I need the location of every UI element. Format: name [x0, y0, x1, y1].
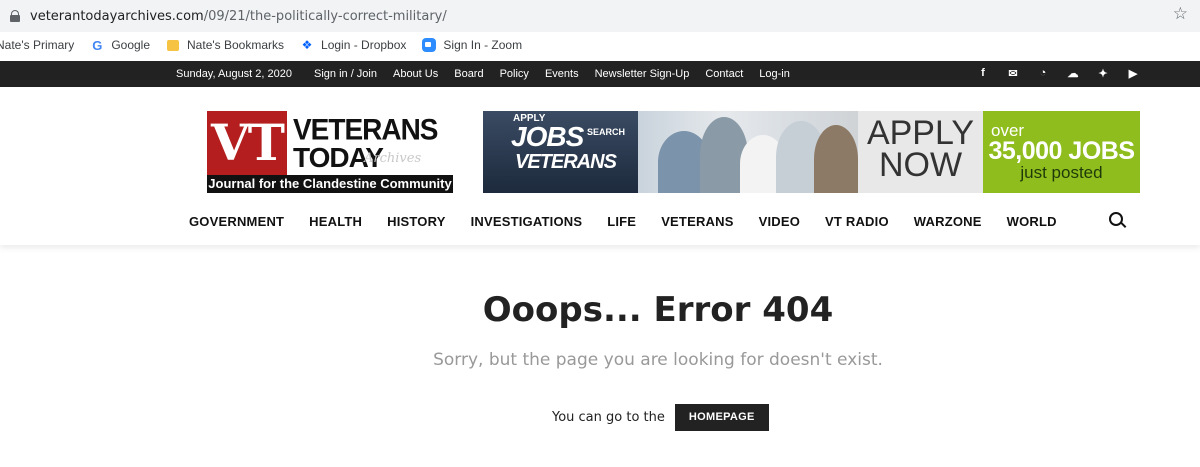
logo-tagline: Journal for the Clandestine Community — [207, 175, 453, 193]
bookmark-star-icon[interactable]: ☆ — [1173, 4, 1188, 24]
rss-icon[interactable]: ◔ — [1028, 67, 1058, 80]
bookmarks-bar: Nate's Primary G Google Nate's Bookmarks… — [0, 32, 1200, 58]
link-policy[interactable]: Policy — [500, 68, 529, 80]
link-contact[interactable]: Contact — [705, 68, 743, 80]
zoom-icon — [422, 38, 437, 52]
search-icon[interactable] — [1109, 212, 1127, 230]
main-nav: GOVERNMENT HEALTH HISTORY INVESTIGATIONS… — [189, 214, 1082, 229]
link-sign-in[interactable]: Sign in / Join — [314, 68, 377, 80]
soundcloud-icon[interactable]: ☁ — [1058, 67, 1088, 80]
lock-icon[interactable] — [10, 10, 20, 22]
ad-jobs-count-panel: over 35,000 JOBS just posted — [983, 111, 1140, 193]
homepage-prefix: You can go to the — [552, 410, 665, 425]
link-about-us[interactable]: About Us — [393, 68, 438, 80]
twitter-icon[interactable]: ✦ — [1088, 67, 1118, 80]
logo-archives: Archives — [364, 151, 422, 166]
bookmark-label: Nate's Bookmarks — [187, 38, 285, 52]
url-host: veterantodayarchives.com — [30, 8, 204, 24]
link-board[interactable]: Board — [454, 68, 483, 80]
homepage-button[interactable]: HOMEPAGE — [674, 404, 769, 431]
bookmark-zoom[interactable]: Sign In - Zoom — [422, 38, 522, 52]
bookmark-nates-bookmarks[interactable]: Nate's Bookmarks — [166, 38, 284, 52]
current-date: Sunday, August 2, 2020 — [176, 68, 292, 80]
bookmark-dropbox[interactable]: ❖ Login - Dropbox — [300, 38, 407, 52]
bookmark-google[interactable]: G Google — [90, 37, 151, 53]
ad-people-photo — [638, 111, 858, 193]
url-path: /09/21/the-politically-correct-military/ — [203, 8, 447, 24]
link-newsletter[interactable]: Newsletter Sign-Up — [595, 68, 690, 80]
youtube-icon[interactable]: ▶ — [1118, 67, 1148, 80]
link-log-in[interactable]: Log-in — [759, 68, 790, 80]
link-events[interactable]: Events — [545, 68, 579, 80]
error-title: Ooops... Error 404 — [482, 290, 834, 330]
nav-government[interactable]: GOVERNMENT — [189, 214, 284, 229]
nav-health[interactable]: HEALTH — [309, 214, 362, 229]
url-text[interactable]: veterantodayarchives.com/09/21/the-polit… — [30, 9, 447, 24]
email-icon[interactable]: ✉ — [998, 67, 1028, 80]
nav-vt-radio[interactable]: VT RADIO — [825, 214, 889, 229]
social-links: f ✉ ◔ ☁ ✦ ▶ — [968, 67, 1148, 80]
bookmark-label: Login - Dropbox — [321, 38, 407, 52]
address-field[interactable]: veterantodayarchives.com/09/21/the-polit… — [0, 3, 1188, 29]
ad-posted: just posted — [1020, 163, 1103, 182]
bookmark-label: Sign In - Zoom — [443, 38, 523, 52]
site-top-bar: Sunday, August 2, 2020 Sign in / Join Ab… — [0, 61, 1200, 87]
folder-icon — [166, 38, 180, 52]
ad-apply-now: APPLY NOW — [858, 114, 983, 184]
site-logo[interactable]: VT VETERANS TODAY Archives Journal for t… — [207, 111, 453, 193]
ad-apply-now-line2: NOW — [878, 146, 963, 184]
browser-url-bar: veterantodayarchives.com/09/21/the-polit… — [0, 0, 1200, 32]
google-icon: G — [92, 37, 103, 53]
ad-veterans: VETERANS — [515, 151, 617, 173]
homepage-prompt: You can go to the HOMEPAGE — [552, 404, 769, 431]
top-links: Sign in / Join About Us Board Policy Eve… — [314, 68, 806, 80]
ad-apply-now-line1: APPLY — [866, 114, 975, 152]
nav-world[interactable]: WORLD — [1007, 214, 1057, 229]
facebook-icon[interactable]: f — [968, 67, 998, 80]
ad-jobs-panel: APPLY JOBS SEARCH VETERANS — [483, 111, 638, 193]
error-subtitle: Sorry, but the page you are looking for … — [433, 350, 883, 370]
nav-video[interactable]: VIDEO — [759, 214, 800, 229]
jobs-ad-banner[interactable]: APPLY JOBS SEARCH VETERANS APPLY NOW ove… — [483, 111, 1140, 193]
bookmark-label: Nate's Primary — [0, 38, 75, 52]
site-header: VT VETERANS TODAY Archives Journal for t… — [0, 87, 1200, 245]
nav-veterans[interactable]: VETERANS — [661, 214, 733, 229]
bookmark-label: Google — [111, 38, 151, 52]
bookmark-nates-primary[interactable]: Nate's Primary — [0, 38, 74, 52]
nav-history[interactable]: HISTORY — [387, 214, 445, 229]
dropbox-icon: ❖ — [301, 38, 313, 52]
logo-mark: VT — [207, 111, 287, 175]
nav-warzone[interactable]: WARZONE — [914, 214, 982, 229]
ad-count: 35,000 JOBS — [988, 137, 1136, 165]
ad-search: SEARCH — [587, 127, 626, 137]
nav-life[interactable]: LIFE — [607, 214, 636, 229]
ad-jobs: JOBS — [511, 121, 584, 152]
nav-investigations[interactable]: INVESTIGATIONS — [471, 214, 583, 229]
